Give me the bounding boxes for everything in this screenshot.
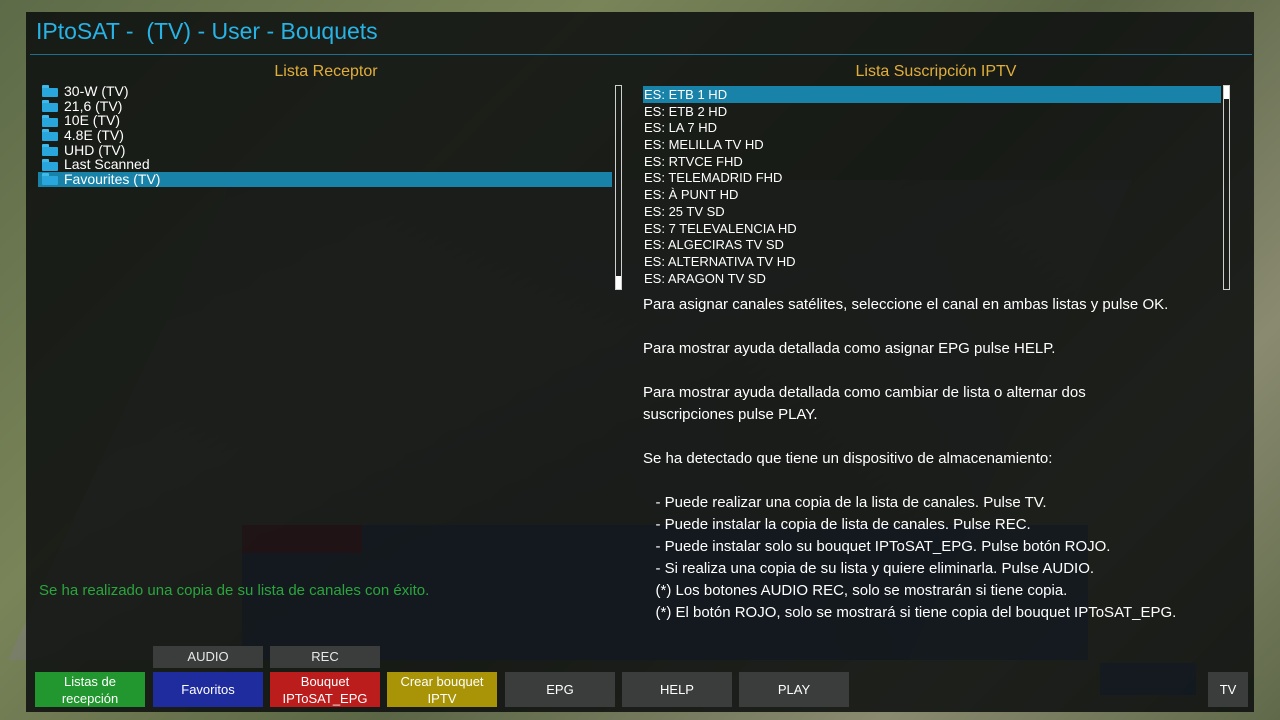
folder-icon xyxy=(42,100,58,113)
help-text: Para asignar canales satélites, seleccio… xyxy=(643,294,1243,624)
receptor-item-label: 4.8E (TV) xyxy=(64,126,124,143)
help-line: Se ha detectado que tiene un dispositivo… xyxy=(643,450,1053,467)
iptv-item[interactable]: ES: ALGECIRAS TV SD xyxy=(643,236,1221,253)
audio-key[interactable]: AUDIO xyxy=(153,646,263,668)
help-line: (*) El botón ROJO, solo se mostrará si t… xyxy=(643,604,1177,621)
folder-icon xyxy=(42,114,58,127)
tv-button[interactable]: TV xyxy=(1208,672,1248,707)
help-line: Para asignar canales satélites, seleccio… xyxy=(643,296,1169,313)
receptor-item[interactable]: 30-W (TV) xyxy=(38,82,612,99)
receptor-item-label: Favourites (TV) xyxy=(64,170,161,187)
play-button[interactable]: PLAY xyxy=(739,672,849,707)
window-title: IPtoSAT - (TV) - User - Bouquets xyxy=(36,18,378,44)
iptv-item[interactable]: ES: RTVCE FHD xyxy=(643,153,1221,170)
help-button[interactable]: HELP xyxy=(622,672,732,707)
help-line: - Si realiza una copia de su lista y qui… xyxy=(643,560,1095,577)
folder-icon xyxy=(42,85,58,98)
iptv-item[interactable]: ES: ETB 1 HD xyxy=(643,86,1221,103)
folder-icon xyxy=(42,144,58,157)
iptv-item[interactable]: ES: ARAGON TV SD xyxy=(643,270,1221,287)
iptv-scroll-thumb[interactable] xyxy=(1224,86,1229,99)
folder-icon xyxy=(42,129,58,142)
iptv-item[interactable]: ES: 7 TELEVALENCIA HD xyxy=(643,220,1221,237)
status-message: Se ha realizado una copia de su lista de… xyxy=(39,582,430,599)
receptor-item-label: 30-W (TV) xyxy=(64,82,129,99)
help-line: - Puede realizar una copia de la lista d… xyxy=(643,494,1047,511)
help-line xyxy=(643,470,1243,492)
help-line: (*) Los botones AUDIO REC, solo se mostr… xyxy=(643,582,1068,599)
receptor-item[interactable]: 10E (TV) xyxy=(38,113,612,128)
iptv-heading: Lista Suscripción IPTV xyxy=(855,63,1017,80)
receptor-item[interactable]: Last Scanned xyxy=(38,157,612,172)
iptv-item[interactable]: ES: ETB 2 HD xyxy=(643,103,1221,120)
yellow-button[interactable]: Crear bouquet IPTV xyxy=(387,672,497,707)
folder-icon xyxy=(42,173,58,186)
iptv-item[interactable]: ES: ALTERNATIVA TV HD xyxy=(643,253,1221,270)
help-line: - Puede instalar la copia de lista de ca… xyxy=(643,516,1031,533)
folder-icon xyxy=(42,158,58,171)
green-button[interactable]: Listas de recepción xyxy=(35,672,145,707)
help-line xyxy=(643,360,1243,382)
help-line xyxy=(643,316,1243,338)
receptor-item[interactable]: 4.8E (TV) xyxy=(38,126,612,143)
receptor-scrollbar[interactable] xyxy=(615,85,622,290)
blue-button[interactable]: Favoritos xyxy=(153,672,263,707)
iptv-scrollbar[interactable] xyxy=(1223,85,1230,290)
receptor-scroll-thumb[interactable] xyxy=(616,276,621,289)
receptor-list[interactable]: 30-W (TV) 21,6 (TV) 10E (TV) 4.8E (TV) UHD (… xyxy=(38,82,612,187)
title-divider xyxy=(30,54,1252,55)
receptor-item[interactable]: UHD (TV) xyxy=(38,142,612,158)
receptor-item-label: 10E (TV) xyxy=(64,112,121,129)
iptv-item[interactable]: ES: LA 7 HD xyxy=(643,119,1221,136)
receptor-heading: Lista Receptor xyxy=(274,63,378,80)
receptor-item[interactable]: 21,6 (TV) xyxy=(38,98,612,114)
iptv-list[interactable]: ES: ETB 1 HD ES: ETB 2 HD ES: LA 7 HD ES: M… xyxy=(643,86,1221,286)
red-button[interactable]: Bouquet IPToSAT_EPG xyxy=(270,672,380,707)
help-line: Para mostrar ayuda detallada como asigna… xyxy=(643,340,1056,357)
receptor-item[interactable]: Favourites (TV) xyxy=(38,170,612,187)
iptv-item[interactable]: ES: MELILLA TV HD xyxy=(643,136,1221,153)
help-line xyxy=(643,426,1243,448)
iptv-item[interactable]: ES: À PUNT HD xyxy=(643,186,1221,203)
iptv-item[interactable]: ES: TELEMADRID FHD xyxy=(643,169,1221,186)
help-line: Para mostrar ayuda detallada como cambia… xyxy=(643,384,1086,401)
iptv-item[interactable]: ES: 25 TV SD xyxy=(643,203,1221,220)
help-line: suscripciones pulse PLAY. xyxy=(643,406,818,423)
help-line: - Puede instalar solo su bouquet IPToSAT… xyxy=(643,538,1111,555)
rec-key[interactable]: REC xyxy=(270,646,380,668)
epg-button[interactable]: EPG xyxy=(505,672,615,707)
